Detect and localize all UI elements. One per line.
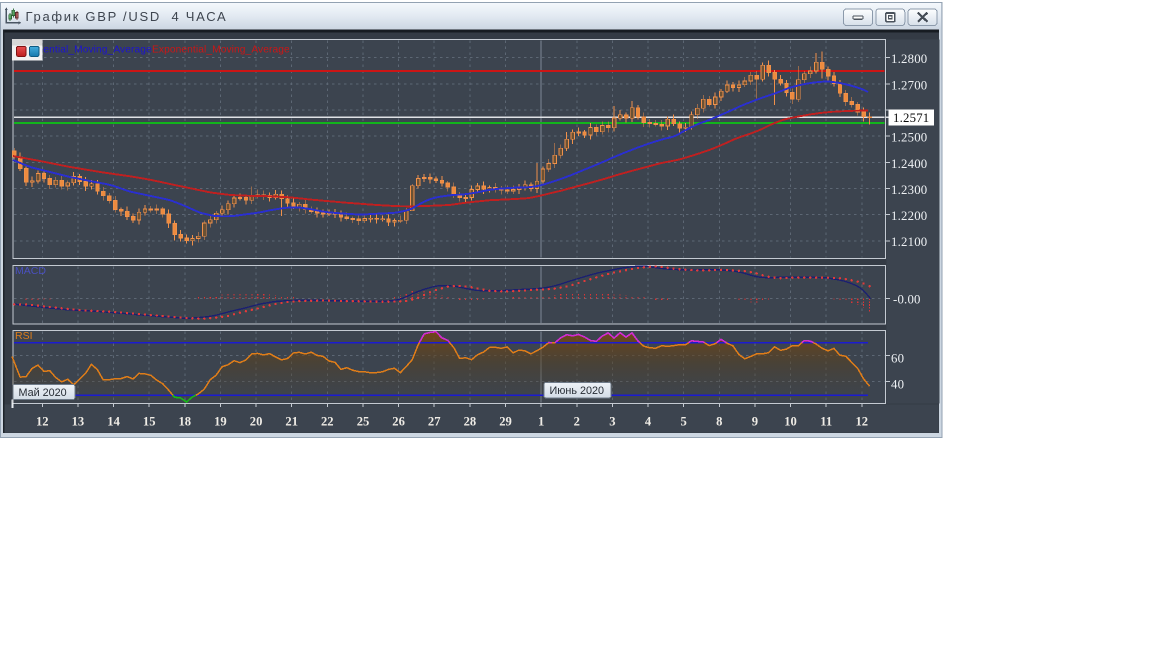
svg-text:Июнь 2020: Июнь 2020 (550, 385, 604, 397)
svg-text:20: 20 (250, 415, 263, 429)
svg-text:26: 26 (392, 415, 405, 429)
svg-text:-0.00: -0.00 (893, 293, 921, 307)
svg-text:18: 18 (179, 415, 192, 429)
svg-text:1.2800: 1.2800 (891, 52, 927, 66)
svg-text:40: 40 (891, 378, 904, 392)
svg-text:Май 2020: Май 2020 (19, 387, 67, 399)
svg-text:График GBP /USD 4 ЧАСА: График GBP /USD 4 ЧАСА (26, 9, 228, 24)
svg-text:25: 25 (357, 415, 370, 429)
svg-text:12: 12 (36, 415, 49, 429)
svg-text:RSI: RSI (15, 330, 33, 342)
svg-text:5: 5 (680, 415, 686, 429)
svg-text:8: 8 (716, 415, 722, 429)
svg-text:22: 22 (321, 415, 334, 429)
svg-text:9: 9 (752, 415, 758, 429)
svg-text:MACD: MACD (15, 265, 46, 277)
svg-text:1.2571: 1.2571 (893, 111, 929, 125)
svg-text:1.2400: 1.2400 (891, 157, 927, 171)
svg-text:28: 28 (464, 415, 477, 429)
svg-text:19: 19 (214, 415, 227, 429)
svg-text:15: 15 (143, 415, 156, 429)
svg-text:1.2700: 1.2700 (891, 78, 927, 92)
svg-text:12: 12 (856, 415, 869, 429)
svg-text:2: 2 (574, 415, 580, 429)
svg-text:1: 1 (538, 415, 544, 429)
svg-text:3: 3 (609, 415, 615, 429)
svg-text:21: 21 (285, 415, 298, 429)
svg-text:Exponential_Moving_Average: Exponential_Moving_Average (152, 45, 290, 56)
svg-text:1.2500: 1.2500 (891, 131, 927, 145)
svg-text:14: 14 (107, 415, 120, 429)
svg-text:13: 13 (72, 415, 85, 429)
svg-text:29: 29 (499, 415, 512, 429)
svg-text:1.2200: 1.2200 (891, 209, 927, 223)
svg-text:1.2100: 1.2100 (891, 235, 927, 249)
svg-text:4: 4 (645, 415, 652, 429)
svg-text:10: 10 (784, 415, 797, 429)
svg-text:11: 11 (820, 415, 832, 429)
svg-text:1.2300: 1.2300 (891, 183, 927, 197)
svg-text:60: 60 (891, 351, 904, 365)
svg-text:27: 27 (428, 415, 441, 429)
